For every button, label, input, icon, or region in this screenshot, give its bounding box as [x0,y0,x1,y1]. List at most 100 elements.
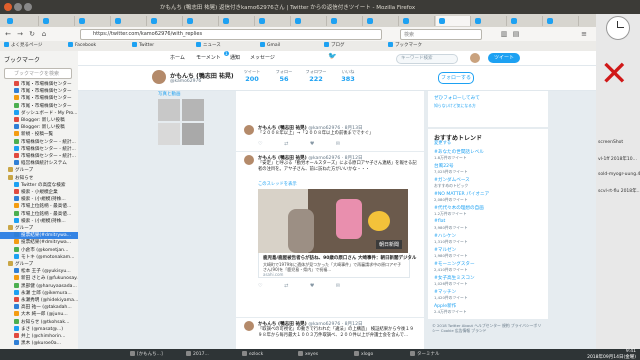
browser-tab[interactable] [472,16,507,26]
nav-moments[interactable]: モーメント [196,54,221,61]
minimize-window-icon[interactable] [14,3,22,11]
bookmark-toolbar-item[interactable]: Facebook [68,42,96,50]
bookmark-item[interactable]: お知らせ [0,174,85,182]
profile-stat[interactable]: フォロワー 222 [302,69,330,83]
bookmark-toolbar-item[interactable]: ニュース [196,42,221,50]
follow-button[interactable]: フォローする [438,72,474,84]
bookmark-favicon-icon [14,239,19,245]
tweet-photo[interactable]: 朝日新聞 [258,189,408,253]
taskbar-item[interactable]: ターミナル [410,350,440,359]
bookmark-toolbar-item[interactable]: Twitter [132,42,154,50]
link-card[interactable]: 鹿児島/鹿屋被告者らが訪ね、90歳の原口さん 大崎事件：朝日新聞デジタル 大崎町… [258,253,416,278]
nav-notifications[interactable]: 通知 [230,54,240,61]
sidebar-search-input[interactable]: ブックマークを検索 [4,68,72,79]
taskbar-item[interactable]: [かもんち...] [130,350,163,359]
browser-tab[interactable] [508,16,543,26]
trend-count: 1,026件のツイート [434,281,468,286]
browser-tab[interactable] [364,16,399,26]
browser-tab[interactable] [436,16,471,26]
tweet[interactable]: かもんち (鴨志田 祐晃) @kamo62976 · 8月12日 「取調べの可視… [236,317,424,349]
maximize-window-icon[interactable] [24,3,32,11]
browser-tab[interactable] [328,16,363,26]
twitter-bird-icon[interactable]: 🐦 [328,52,337,60]
media-label[interactable]: 写真と動画 [158,91,181,97]
back-icon[interactable]: ← [4,30,12,38]
twitter-search-input[interactable]: キーワード検索 [396,54,458,64]
follow-suggestion[interactable]: ぜひフォローしてみて [434,95,480,101]
forward-icon[interactable]: → [16,30,24,38]
tweet-avatar[interactable] [244,125,254,135]
taskbar-item[interactable]: xlogo [354,350,373,359]
xlogo-window[interactable]: ✕ [600,56,629,92]
browser-search-input[interactable]: 検索 [400,29,482,40]
show-thread-link[interactable]: このスレッドを表示 [258,181,297,187]
tweet-button[interactable]: ツイート [488,53,520,63]
url-bar[interactable]: https://twitter.com/kamo62976/with_repli… [80,29,382,40]
library-icon[interactable]: ▥ [500,30,508,38]
bookmark-toolbar-item[interactable]: Gmail [260,42,280,50]
bookmark-item[interactable]: グループ [0,261,85,268]
bookmark-item[interactable]: グループ [0,167,85,174]
browser-tab[interactable] [148,16,183,26]
nav-messages[interactable]: メッセージ [250,54,275,61]
browser-tab[interactable] [256,16,291,26]
tweet[interactable]: かもんち (鴨志田 祐晃) @kamo62976 · 8月13日 「２００８年以… [236,121,424,152]
taskbar-item[interactable]: xeyes [298,350,318,359]
browser-tab[interactable] [544,16,579,26]
bookmark-favicon-icon [4,42,9,47]
taskbar-clock[interactable]: 9:41 2018年09月14日(金曜) [587,349,636,360]
browser-tab[interactable] [112,16,147,26]
tweet-actions[interactable]: ♡ ⇄ ♥ ✉ [258,141,350,147]
desktop-window-item[interactable]: scvl-rt-flu 2018年... [598,188,640,194]
taskbar-item[interactable]: 2017... [186,350,209,359]
profile-stat[interactable]: いいね 383 [334,69,362,83]
trend-item[interactable]: #flat [434,219,445,224]
close-window-icon[interactable] [4,3,12,11]
account-avatar[interactable] [470,53,480,63]
menu-icon[interactable]: ≡ [580,30,588,38]
tweet[interactable]: かもんち (鴨志田 祐晃) @kamo62976 · 8月12日 「安定」と呼ぶ… [236,151,424,318]
desktop-window-item[interactable]: sold-myogr-uung.4... [598,172,640,177]
tweet-avatar[interactable] [244,155,254,165]
browser-tab[interactable] [4,16,39,26]
desktop-window-item[interactable]: vl-1ff 2018年10... [598,156,637,162]
app-icon [298,351,303,356]
bookmark-toolbar-item[interactable]: ブログ [324,42,345,50]
browser-tab[interactable] [292,16,327,26]
trend-count: 7,025件のツイート [434,169,468,174]
tweet-avatar[interactable] [244,321,254,331]
sidebar-toggle-icon[interactable]: ▤ [512,30,520,38]
bookmark-toolbar-item[interactable]: よく見るページ [4,42,42,50]
bookmark-toolbar-item[interactable]: ブックマーク [388,42,422,50]
browser-tab[interactable] [76,16,111,26]
trends-change-link[interactable]: 変更する [434,140,451,146]
twitter-favicon-icon [115,18,121,24]
sidebar-title[interactable]: ブックマーク [4,55,40,64]
twitter-favicon-icon [331,18,337,24]
twitter-favicon-icon [259,18,265,24]
media-thumb[interactable] [182,99,204,121]
taskbar-item[interactable]: ezlock [242,350,263,359]
reload-icon[interactable]: ↻ [28,30,36,38]
browser-tab[interactable] [184,16,219,26]
bookmark-item[interactable]: グループ [0,225,85,232]
profile-avatar[interactable] [152,70,166,84]
follow-suggestion[interactable]: 知らないけど気になる方 [434,103,476,109]
profile-stat[interactable]: ツイート 200 [238,69,266,83]
tweet-actions[interactable]: ♡ ⇄ ♥ ✉ [258,283,350,289]
browser-tab[interactable] [40,16,75,26]
nav-home[interactable]: ホーム [170,54,185,61]
media-thumb[interactable] [182,123,204,145]
bookmark-favicon-icon [14,232,19,238]
bookmark-favicon-icon [14,268,19,274]
profile-stat[interactable]: フォロー 56 [270,69,298,83]
media-thumb[interactable] [158,123,180,145]
desktop-window-item[interactable]: screenShot [598,140,623,145]
bookmark-favicon-icon [14,217,19,223]
bookmark-label: 市尾・市場株価センター [21,82,72,87]
browser-tab[interactable] [400,16,435,26]
media-thumb[interactable] [158,99,180,121]
bookmark-label: Twitter の高度な検索 [21,182,66,188]
home-icon[interactable]: ⌂ [40,30,48,38]
browser-tab[interactable] [220,16,255,26]
